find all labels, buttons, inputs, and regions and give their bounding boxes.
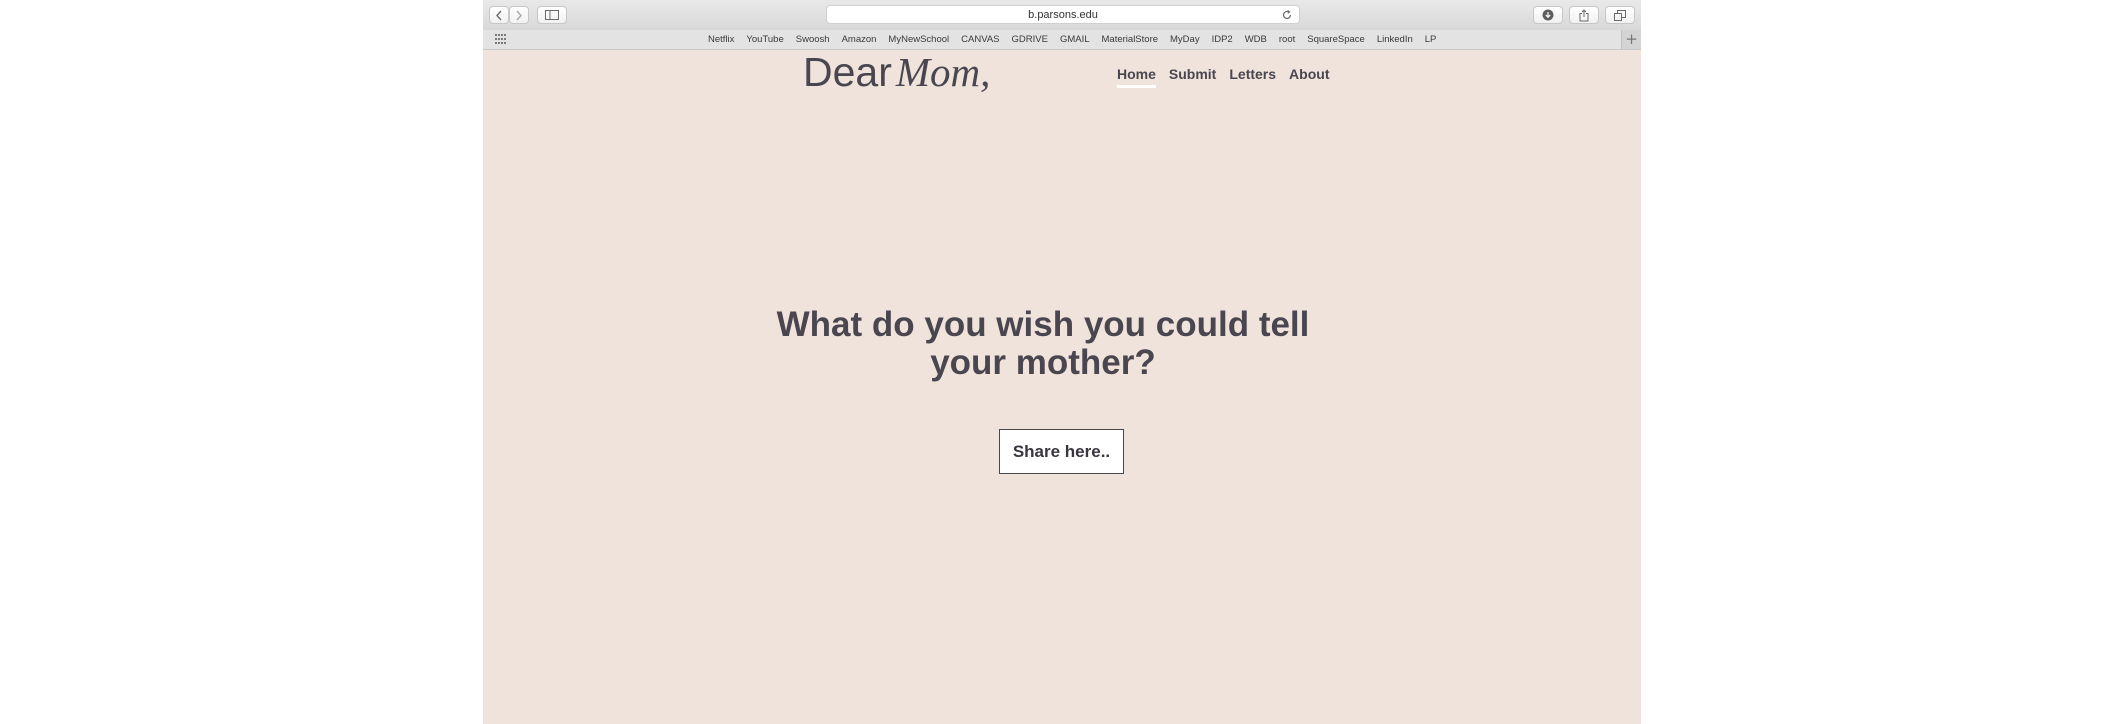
bookmark-swoosh[interactable]: Swoosh: [790, 34, 836, 45]
bookmark-squarespace[interactable]: SquareSpace: [1301, 34, 1371, 45]
sidebar-icon: [545, 10, 559, 20]
bookmarks-grid-icon[interactable]: [495, 34, 507, 44]
reload-button[interactable]: [1279, 7, 1294, 22]
bookmark-materialstore[interactable]: MaterialStore: [1096, 34, 1165, 45]
tabs-icon: [1614, 9, 1626, 21]
back-button[interactable]: [489, 6, 509, 24]
bookmark-idp2[interactable]: IDP2: [1206, 34, 1239, 45]
logo-dear: Dear: [803, 49, 892, 95]
bookmark-amazon[interactable]: Amazon: [836, 34, 883, 45]
bookmarks-bar: Netflix YouTube Swoosh Amazon MyNewSchoo…: [483, 30, 1641, 50]
share-button-cta[interactable]: Share here..: [999, 429, 1124, 474]
bookmark-wdb[interactable]: WDB: [1239, 34, 1273, 45]
browser-toolbar: b.parsons.edu: [483, 0, 1641, 31]
bookmark-canvas[interactable]: CANVAS: [955, 34, 1005, 45]
bookmark-lp[interactable]: LP: [1419, 34, 1443, 45]
site-nav: Home Submit Letters About: [1117, 66, 1329, 88]
url-text: b.parsons.edu: [1028, 8, 1098, 21]
address-bar[interactable]: b.parsons.edu: [826, 5, 1300, 24]
downloads-button[interactable]: [1533, 6, 1563, 24]
nav-home[interactable]: Home: [1117, 66, 1156, 88]
add-bookmark-icon[interactable]: +: [1621, 30, 1641, 49]
nav-submit[interactable]: Submit: [1169, 66, 1216, 88]
forward-button[interactable]: [509, 6, 529, 24]
logo-mom: Mom,: [895, 49, 991, 95]
headline-line-1: What do you wish you could tell: [776, 305, 1310, 344]
bookmark-mynewschool[interactable]: MyNewSchool: [882, 34, 955, 45]
share-button[interactable]: [1569, 6, 1599, 24]
bookmark-gdrive[interactable]: GDRIVE: [1006, 34, 1054, 45]
forward-icon: [516, 10, 522, 20]
back-icon: [496, 10, 502, 20]
bookmark-myday[interactable]: MyDay: [1164, 34, 1206, 45]
share-icon: [1579, 8, 1589, 21]
bookmark-netflix[interactable]: Netflix: [702, 34, 740, 45]
browser-window: b.parsons.edu Netflix YouTube Swoosh Ama…: [483, 0, 1641, 724]
headline-line-2: your mother?: [930, 343, 1156, 382]
bookmark-youtube[interactable]: YouTube: [740, 34, 789, 45]
hero-headline: What do you wish you could tell your mot…: [733, 306, 1353, 382]
site-logo[interactable]: DearMom,: [803, 52, 990, 93]
sidebar-button[interactable]: [537, 6, 567, 24]
reload-icon: [1282, 9, 1291, 19]
tabs-button[interactable]: [1605, 6, 1635, 24]
nav-about[interactable]: About: [1289, 66, 1329, 88]
nav-letters[interactable]: Letters: [1229, 66, 1276, 88]
bookmark-list: Netflix YouTube Swoosh Amazon MyNewSchoo…: [702, 30, 1442, 49]
bookmark-linkedin[interactable]: LinkedIn: [1371, 34, 1419, 45]
bookmark-gmail[interactable]: GMAIL: [1054, 34, 1096, 45]
download-icon: [1542, 9, 1554, 21]
bookmark-root[interactable]: root: [1273, 34, 1301, 45]
